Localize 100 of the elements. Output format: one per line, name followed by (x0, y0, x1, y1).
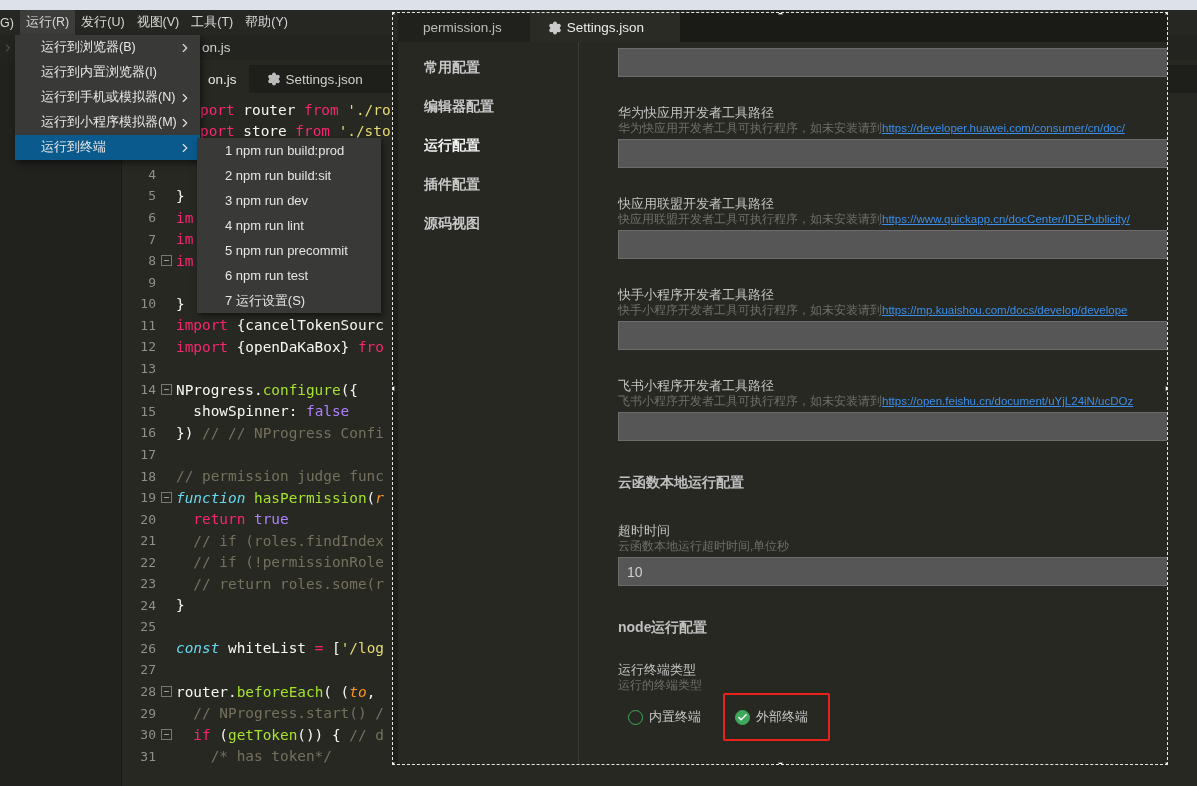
line-number: 19 (140, 490, 156, 506)
setting-label: 超时时间 (618, 522, 670, 539)
setting-description: 快应用联盟开发者工具可执行程序，如未安装请到 (618, 213, 882, 225)
code-line: // NProgress.start() / (192, 705, 384, 722)
breadcrumb-file[interactable]: on.js (202, 40, 231, 55)
download-link[interactable]: https://mp.kuaishou.com/docs/develop/develope (882, 304, 1128, 316)
nav-item[interactable]: 源码视图 (398, 204, 578, 243)
code-line: port store from './sto (199, 123, 391, 140)
radio-label: 内置终端 (649, 708, 701, 726)
menu-item[interactable]: 帮助(Y) (239, 10, 294, 35)
code-line: // return roles.some(r (192, 575, 384, 592)
code-line: im (176, 252, 194, 269)
menu-item[interactable]: 运行到小程序模拟器(M) (15, 110, 200, 135)
input-field[interactable] (618, 412, 1167, 441)
line-number: 6 (148, 210, 156, 225)
line-number: 20 (140, 511, 156, 527)
editor-tab[interactable]: permission.js (398, 13, 530, 42)
menu-item[interactable]: 工具(T) (185, 10, 240, 35)
code-line: import {cancelTokenSourc (176, 317, 384, 334)
line-number: 16 (140, 425, 156, 441)
setting-label: 飞书小程序开发者工具路径 (618, 377, 774, 394)
line-number: 14 (140, 382, 156, 398)
menu-item[interactable]: 发行(U) (75, 10, 131, 35)
line-number: 30 (140, 727, 156, 743)
menu-item[interactable]: 5 npm run precommit (197, 238, 381, 263)
nav-item[interactable]: 编辑器配置 (398, 87, 578, 126)
fold-icon[interactable] (160, 729, 172, 741)
fold-icon[interactable] (160, 492, 172, 504)
menu-item[interactable]: 运行到终端 (15, 135, 200, 160)
setting-label: 运行终端类型 (618, 661, 696, 678)
section-heading: node运行配置 (618, 619, 709, 637)
menu-item[interactable]: 运行到浏览器(B) (15, 35, 200, 60)
code-line: } (176, 295, 185, 312)
setting-description: 运行的终端类型 (618, 678, 702, 693)
code-line: }) // // NProgress Confi (176, 424, 384, 441)
setting-description: 快手小程序开发者工具可执行程序，如未安装请到 (618, 304, 882, 316)
nav-item[interactable]: 运行配置 (398, 126, 578, 165)
line-number: 13 (140, 360, 156, 376)
download-link[interactable]: https://www.quickapp.cn/docCenter/IDEPublicity/ (882, 213, 1130, 225)
download-link[interactable]: https://developer.huawei.com/consumer/cn/doc/ (882, 122, 1125, 134)
line-number: 7 (148, 231, 156, 247)
radio-button[interactable] (735, 709, 750, 725)
line-number: 11 (140, 317, 156, 333)
code-line: // if (!permissionRole (192, 554, 384, 571)
setting-label: 快手小程序开发者工具路径 (618, 286, 774, 303)
line-number: 31 (140, 748, 156, 764)
code-line: im (176, 209, 194, 226)
line-number: 10 (140, 296, 156, 312)
line-number: 5 (148, 188, 156, 204)
code-line: if (getToken()) { // d (192, 726, 384, 743)
line-number: 26 (140, 640, 156, 656)
code-line: NProgress.configure({ (176, 381, 358, 398)
line-number: 24 (140, 597, 156, 613)
nav-item[interactable]: 插件配置 (398, 165, 578, 204)
line-number: 4 (148, 166, 156, 182)
fold-icon[interactable] (160, 255, 172, 267)
setting-label: 快应用联盟开发者工具路径 (618, 195, 774, 212)
line-number: 8 (148, 253, 156, 269)
line-number: 29 (140, 705, 156, 721)
menu-item[interactable]: 1 npm run build:prod (197, 138, 381, 163)
code-line: import {openDaKaBox} fro (176, 338, 384, 355)
input-field[interactable]: 10 (618, 557, 1167, 586)
check-icon (737, 711, 748, 723)
download-link[interactable]: https://open.feishu.cn/document/uYjL24iN/ucDOz (882, 395, 1134, 407)
setting-description: 云函数本地运行超时时间,单位秒 (618, 539, 790, 554)
input-field[interactable] (618, 139, 1167, 168)
input-field[interactable] (618, 48, 1167, 77)
menu-item[interactable]: 运行(R) (19, 10, 76, 35)
menu-item[interactable]: G) (0, 10, 20, 35)
menu-item[interactable]: 2 npm run build:sit (197, 163, 381, 188)
setting-label: 华为快应用开发者工具路径 (618, 104, 774, 121)
fold-icon[interactable] (160, 384, 172, 396)
code-line: // permission judge func (176, 468, 384, 485)
nav-item[interactable]: 常用配置 (398, 48, 578, 87)
radio-label: 外部终端 (756, 708, 808, 726)
code-line: router.beforeEach( (to, (176, 683, 376, 700)
section-heading: 云函数本地运行配置 (618, 474, 745, 492)
code-line: showSpinner: false (192, 403, 350, 420)
radio-option[interactable]: 内置终端 (628, 708, 701, 726)
editor-tab[interactable]: Settings.json (529, 13, 681, 42)
menu-item[interactable]: 3 npm run dev (197, 188, 381, 213)
menu-item[interactable]: 视图(V) (130, 10, 186, 35)
line-number: 25 (140, 619, 156, 635)
line-number: 9 (148, 274, 156, 290)
code-line: im (176, 231, 194, 248)
line-number: 22 (140, 554, 156, 570)
fold-icon[interactable] (160, 686, 172, 698)
code-line: const whiteList = ['/log (176, 640, 384, 657)
menu-item[interactable]: 7 运行设置(S) (197, 288, 381, 313)
menu-item[interactable]: 4 npm run lint (197, 213, 381, 238)
code-line: /* has token*/ (209, 748, 332, 765)
line-number: 28 (140, 684, 156, 700)
input-field[interactable] (618, 321, 1167, 350)
code-line: } (176, 187, 185, 204)
settings-icon (266, 72, 281, 86)
input-field[interactable] (618, 230, 1167, 259)
line-number: 18 (140, 468, 156, 484)
setting-description: 飞书小程序开发者工具可执行程序，如未安装请到 (618, 395, 882, 407)
code-line: } (176, 597, 185, 614)
menu-item[interactable]: 6 npm run test (197, 263, 381, 288)
